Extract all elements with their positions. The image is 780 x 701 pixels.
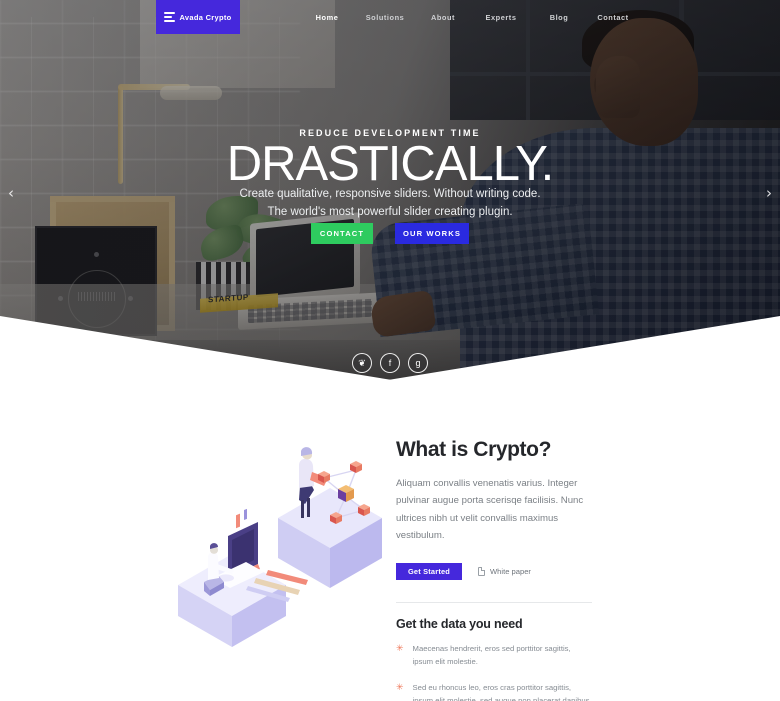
nav-item-solutions[interactable]: Solutions: [354, 13, 416, 22]
section-paragraph: Aliquam convallis venenatis varius. Inte…: [396, 478, 584, 542]
our-works-button[interactable]: OUR WORKS: [395, 223, 469, 244]
asterisk-bullet-icon: ✳: [396, 643, 404, 654]
nav-link-home[interactable]: Home: [300, 13, 354, 22]
logo-text: Avada Crypto: [179, 12, 232, 22]
nav-link-contact[interactable]: Contact: [586, 13, 640, 22]
hero-slider: STARTUP Avada Crypto: [0, 0, 780, 380]
nav-link-about[interactable]: About: [416, 13, 470, 22]
hero-content: REDUCE DEVELOPMENT TIME DRASTICALLY. Cre…: [0, 0, 780, 380]
nav-link-blog[interactable]: Blog: [532, 13, 586, 22]
cta-row: Get Started White paper: [396, 562, 592, 580]
what-is-crypto-section: What is Crypto? Aliquam convallis venena…: [0, 380, 780, 701]
hero-subtitle-line2: The world's most powerful slider creatin…: [267, 205, 513, 218]
nav-link-solutions[interactable]: Solutions: [354, 13, 416, 22]
list-item: ✳ Maecenas hendrerit, eros sed porttitor…: [396, 643, 592, 669]
page-root: STARTUP Avada Crypto: [0, 0, 780, 701]
get-started-button[interactable]: Get Started: [396, 562, 462, 580]
top-navigation-bar: Avada Crypto Home Solutions About Expert…: [0, 0, 780, 34]
white-paper-label: White paper: [490, 566, 531, 576]
nav-item-home[interactable]: Home: [300, 13, 354, 22]
google-plus-icon[interactable]: g: [408, 353, 428, 373]
hero-title: DRASTICALLY.: [226, 137, 555, 191]
isometric-blockchain-illustration: [160, 430, 390, 660]
list-item-text: Sed eu rhoncus leo, eros cras porttitor …: [412, 682, 590, 701]
main-menu: Home Solutions About Experts Blog Contac…: [300, 0, 640, 34]
nav-item-blog[interactable]: Blog: [532, 13, 586, 22]
white-paper-link[interactable]: White paper: [478, 566, 531, 576]
section-divider: [396, 601, 592, 603]
nav-item-experts[interactable]: Experts: [470, 13, 532, 22]
nav-item-contact[interactable]: Contact: [586, 13, 640, 22]
facebook-icon[interactable]: f: [380, 353, 400, 373]
document-icon: [478, 566, 485, 576]
slider-prev-arrow[interactable]: ‹: [8, 184, 14, 202]
section-subheading: Get the data you need: [396, 616, 523, 631]
asterisk-bullet-icon: ✳: [396, 682, 404, 693]
nav-link-experts[interactable]: Experts: [470, 13, 532, 22]
hero-subtitle-line1: Create qualitative, responsive sliders. …: [239, 188, 541, 200]
list-item: ✳ Sed eu rhoncus leo, eros cras porttito…: [396, 682, 592, 701]
contact-button[interactable]: CONTACT: [311, 223, 373, 244]
site-logo[interactable]: Avada Crypto: [156, 0, 240, 34]
hero-button-group: CONTACT OUR WORKS: [0, 223, 780, 244]
nav-item-about[interactable]: About: [416, 13, 470, 22]
list-item-text: Maecenas hendrerit, eros sed porttitor s…: [412, 643, 571, 666]
crypto-text-column: What is Crypto? Aliquam convallis venena…: [396, 438, 592, 701]
slider-settings-icon: [164, 11, 176, 22]
social-links: ❦ f g: [0, 353, 780, 373]
hero-subtitle: Create qualitative, responsive sliders. …: [0, 186, 780, 222]
slider-next-arrow[interactable]: ›: [766, 184, 772, 202]
section-heading: What is Crypto?: [396, 438, 551, 461]
twitter-icon[interactable]: ❦: [352, 353, 372, 373]
